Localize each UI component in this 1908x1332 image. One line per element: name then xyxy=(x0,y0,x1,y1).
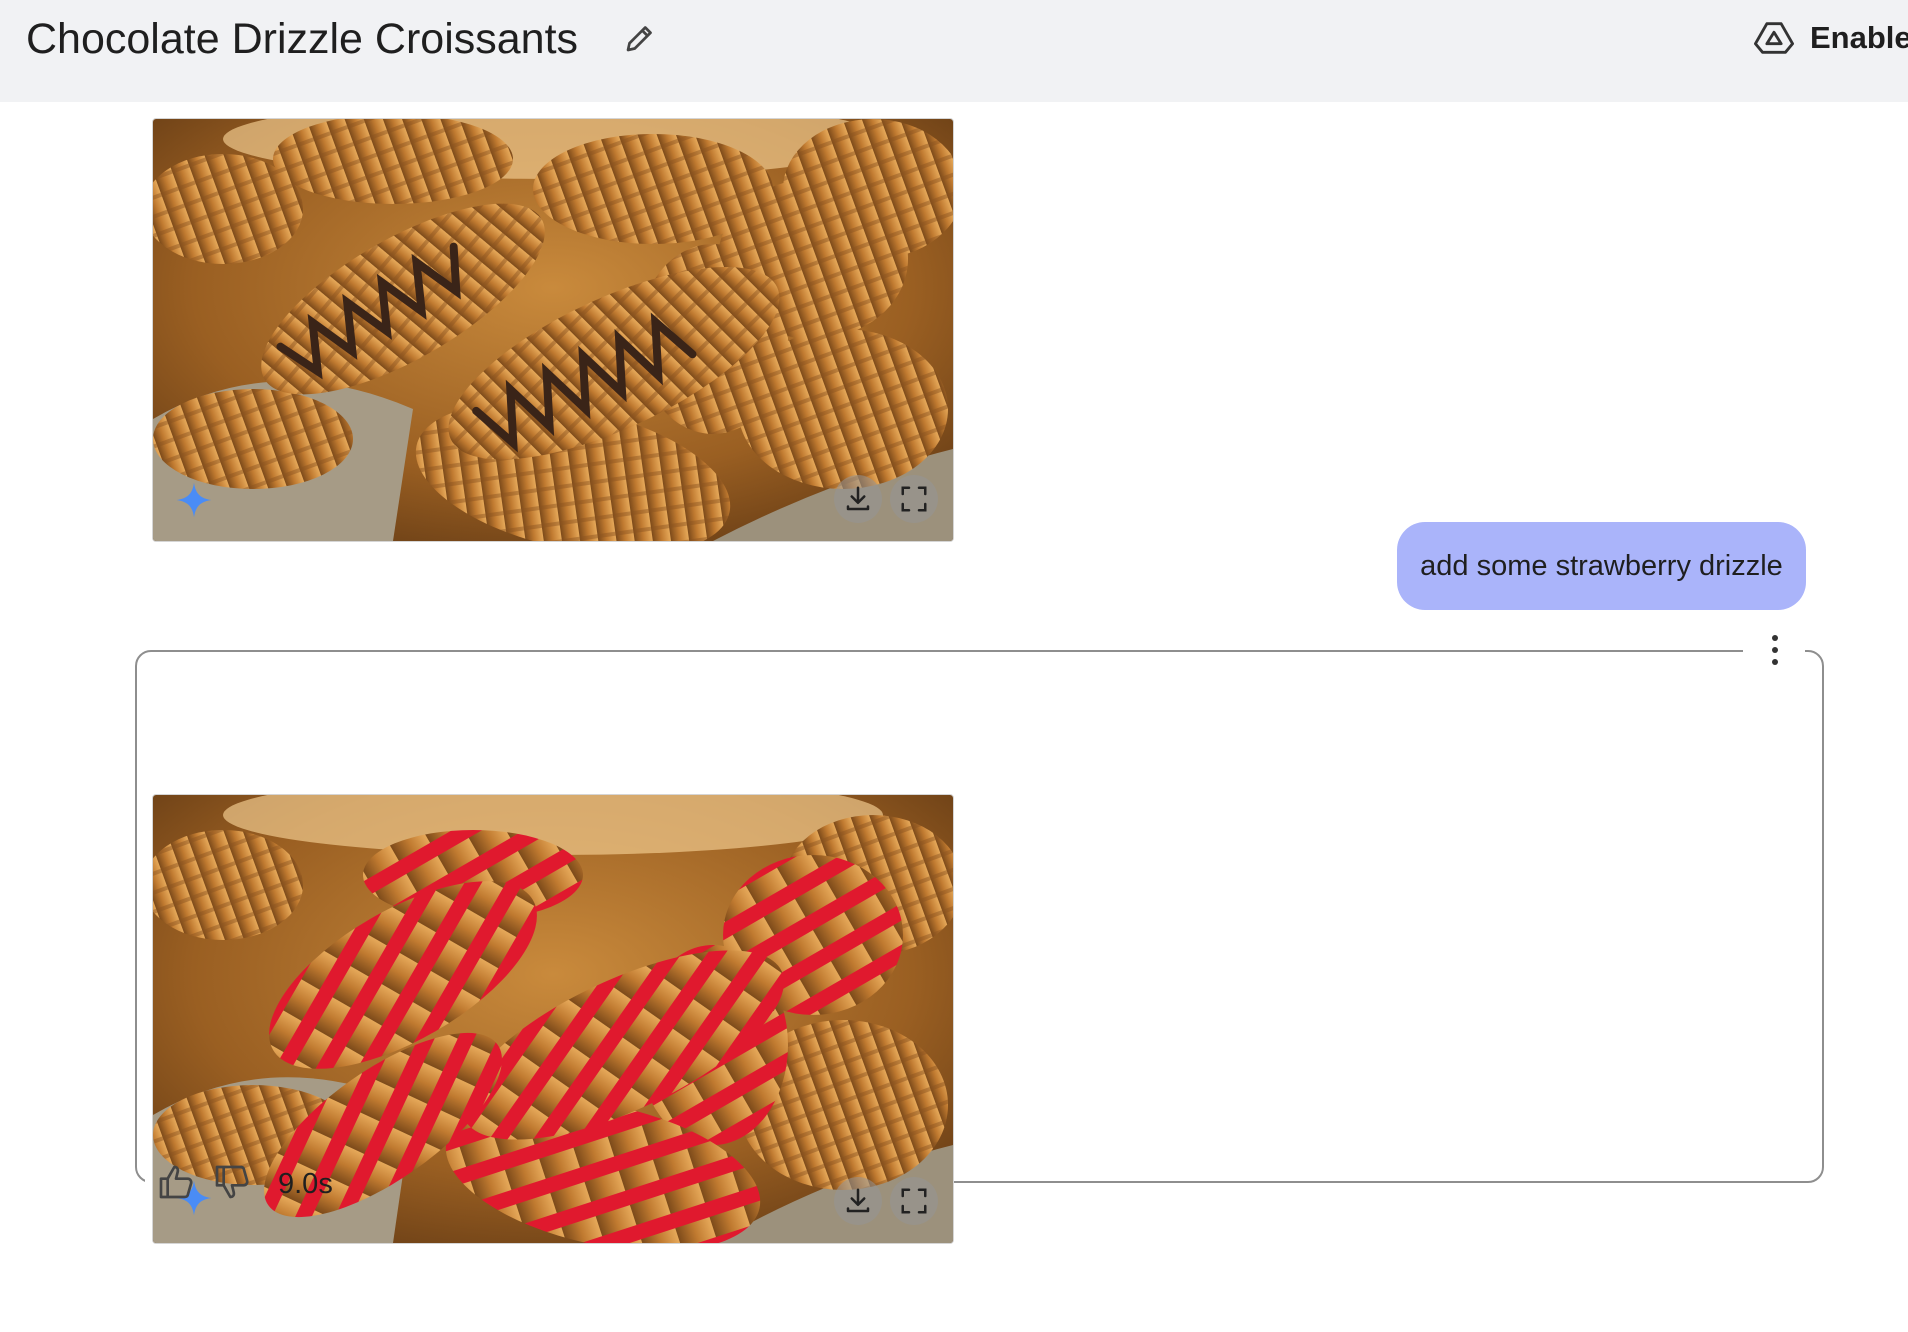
drive-icon xyxy=(1754,22,1794,54)
enable-label: Enable xyxy=(1810,20,1908,55)
fullscreen-icon xyxy=(901,486,927,512)
download-button[interactable] xyxy=(834,475,882,523)
enable-drive-button[interactable]: Enable xyxy=(1754,16,1908,60)
generated-image-chocolate[interactable] xyxy=(152,118,954,542)
croissant-photo xyxy=(153,119,953,541)
page-title: Chocolate Drizzle Croissants xyxy=(26,15,579,63)
more-vert-icon xyxy=(1772,635,1778,665)
pencil-icon xyxy=(626,26,652,52)
fullscreen-button[interactable] xyxy=(890,1177,938,1225)
download-icon xyxy=(846,1188,870,1213)
fullscreen-button[interactable] xyxy=(890,475,938,523)
download-button[interactable] xyxy=(834,1177,882,1225)
top-bar: Chocolate Drizzle Croissants Enable xyxy=(0,0,1908,102)
thumbs-up-icon xyxy=(159,1165,193,1199)
user-message-bubble: add some strawberry drizzle xyxy=(1397,522,1806,610)
edit-title-button[interactable] xyxy=(622,20,658,56)
download-icon xyxy=(846,486,870,511)
more-options-button[interactable] xyxy=(1758,628,1792,672)
thumbs-down-icon xyxy=(215,1165,249,1199)
response-duration: 9.0s xyxy=(278,1168,333,1200)
croissant-photo xyxy=(153,795,953,1243)
thumbs-up-button[interactable] xyxy=(156,1162,200,1206)
thumbs-down-button[interactable] xyxy=(212,1162,256,1206)
fullscreen-icon xyxy=(901,1188,927,1214)
generated-image-strawberry[interactable] xyxy=(152,794,954,1244)
sparkle-icon xyxy=(176,482,212,518)
